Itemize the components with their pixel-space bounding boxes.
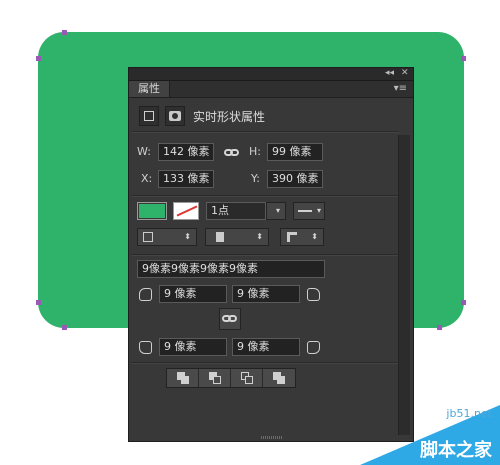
stroke-corners-dropdown[interactable]: ⬍ bbox=[280, 228, 324, 246]
align-stroke-dropdown[interactable]: ⬍ bbox=[137, 228, 197, 246]
y-field[interactable]: 390 像素 bbox=[267, 170, 323, 188]
corner-top-left-field[interactable]: 9 像素 bbox=[159, 285, 227, 303]
height-field[interactable]: 99 像素 bbox=[267, 143, 323, 161]
link-dimensions-icon[interactable] bbox=[224, 148, 240, 158]
anchor-point-right-bottom[interactable] bbox=[461, 300, 466, 305]
shape-properties-icon[interactable] bbox=[139, 106, 159, 126]
panel-scrollbar[interactable] bbox=[398, 135, 410, 435]
chevron-down-icon: ▾ bbox=[316, 206, 321, 215]
exclude-overlapping-shapes-button[interactable] bbox=[263, 369, 295, 387]
chevron-down-icon: ▾ bbox=[275, 206, 280, 215]
section-title: 实时形状属性 bbox=[193, 110, 266, 124]
anchor-point-left-bottom[interactable] bbox=[36, 300, 41, 305]
fill-color-preview bbox=[139, 204, 165, 218]
anchor-point-bottom-left[interactable] bbox=[62, 325, 67, 330]
corner-bottom-right-field[interactable]: 9 像素 bbox=[232, 338, 300, 356]
subtract-front-shape-icon-part bbox=[213, 376, 221, 384]
link-corner-radius-button[interactable] bbox=[219, 308, 241, 330]
stroke-caps-dropdown[interactable]: ⬍ bbox=[205, 228, 269, 246]
exclude-overlapping-shapes-icon-part bbox=[277, 376, 285, 384]
stepper-icon: ⬍ bbox=[256, 232, 263, 241]
stroke-width-field[interactable]: 1点 bbox=[206, 202, 266, 220]
stepper-icon: ⬍ bbox=[311, 232, 318, 241]
corner-radius-combined-field[interactable]: 9像素9像素9像素9像素 bbox=[137, 260, 325, 278]
anchor-point-bottom-right[interactable] bbox=[437, 325, 442, 330]
anchor-point-left-top[interactable] bbox=[36, 56, 41, 61]
stroke-color-swatch[interactable] bbox=[173, 202, 199, 220]
corner-top-right-icon bbox=[307, 288, 320, 301]
x-field[interactable]: 133 像素 bbox=[158, 170, 214, 188]
stroke-line-icon bbox=[298, 210, 312, 212]
panel-titlebar[interactable]: ◂◂ ✕ bbox=[129, 68, 413, 81]
combine-shapes-button[interactable] bbox=[167, 369, 199, 387]
intersect-shapes-button[interactable] bbox=[231, 369, 263, 387]
height-label: H: bbox=[249, 145, 261, 158]
y-label: Y: bbox=[251, 172, 260, 185]
x-label: X: bbox=[141, 172, 153, 185]
corner-bottom-right-icon bbox=[307, 341, 320, 354]
width-label: W: bbox=[137, 145, 151, 158]
panel-tab-row: 属性 ▾≡ bbox=[129, 81, 413, 98]
mask-properties-icon[interactable] bbox=[165, 106, 185, 126]
panel-resize-grip[interactable] bbox=[261, 436, 283, 439]
divider bbox=[131, 362, 399, 364]
divider bbox=[131, 195, 399, 197]
corner-bottom-left-field[interactable]: 9 像素 bbox=[159, 338, 227, 356]
watermark-name: 脚本之家 bbox=[420, 440, 492, 461]
align-stroke-icon bbox=[143, 232, 153, 242]
combine-shapes-icon-part bbox=[181, 376, 189, 384]
tab-properties[interactable]: 属性 bbox=[129, 81, 170, 97]
stroke-type-dropdown[interactable]: ▾ bbox=[293, 202, 325, 220]
panel-menu-icon[interactable]: ▾≡ bbox=[394, 81, 407, 97]
stroke-width-dropdown[interactable]: ▾ bbox=[266, 202, 286, 220]
corner-bottom-left-icon bbox=[139, 341, 152, 354]
width-field[interactable]: 142 像素 bbox=[158, 143, 214, 161]
fill-color-swatch[interactable] bbox=[137, 202, 167, 220]
stroke-corners-icon bbox=[287, 232, 297, 242]
corner-top-right-field[interactable]: 9 像素 bbox=[232, 285, 300, 303]
close-panel-icon[interactable]: ✕ bbox=[401, 67, 409, 79]
stepper-icon: ⬍ bbox=[184, 232, 191, 241]
watermark: jb51.net 脚本之家 bbox=[360, 405, 500, 465]
no-stroke-slash-icon bbox=[176, 205, 198, 217]
corner-top-left-icon bbox=[139, 288, 152, 301]
stroke-caps-icon bbox=[216, 232, 224, 242]
collapse-panel-icon[interactable]: ◂◂ bbox=[385, 67, 394, 79]
anchor-point-top-left[interactable] bbox=[62, 30, 67, 35]
divider bbox=[131, 131, 399, 133]
link-icon bbox=[222, 314, 238, 324]
subtract-front-shape-button[interactable] bbox=[199, 369, 231, 387]
intersect-shapes-icon-part bbox=[245, 376, 253, 384]
divider bbox=[131, 254, 399, 256]
watermark-site: jb51.net bbox=[446, 407, 492, 420]
anchor-point-right-top[interactable] bbox=[461, 56, 466, 61]
path-operations-group bbox=[166, 368, 296, 388]
